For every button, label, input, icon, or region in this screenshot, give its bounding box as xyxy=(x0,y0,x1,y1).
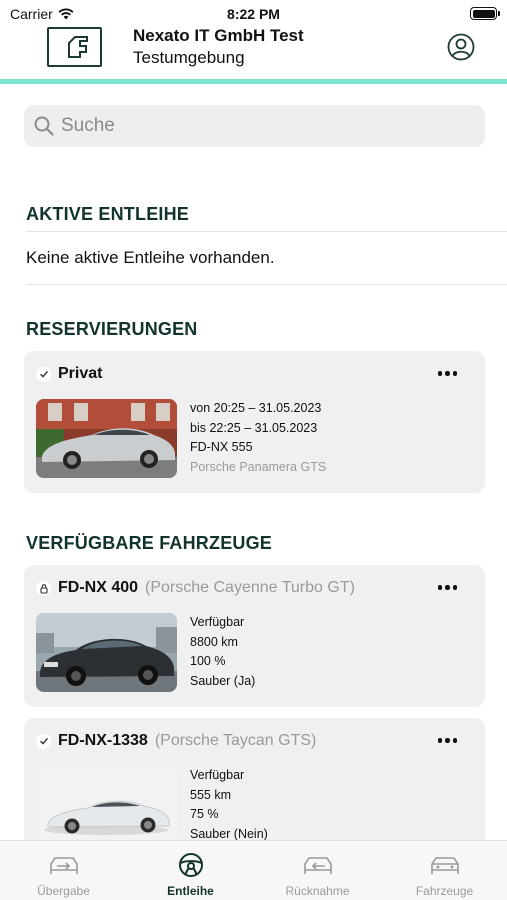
tab-uebergabe[interactable]: Übergabe xyxy=(0,841,127,900)
reservation-card[interactable]: Privat von 20:25 – 31.05.2023 bis 22:25 … xyxy=(24,351,485,493)
vehicle-image xyxy=(36,613,177,692)
battery-icon xyxy=(470,7,500,20)
search-icon xyxy=(34,116,54,136)
tab-label: Entleihe xyxy=(167,884,214,898)
reservation-label: Privat xyxy=(58,365,103,382)
status-time: 8:22 PM xyxy=(227,6,280,22)
tab-ruecknahme[interactable]: Rücknahme xyxy=(254,841,381,900)
tab-label: Fahrzeuge xyxy=(415,884,474,898)
search-bar[interactable] xyxy=(24,105,485,147)
vehicle-mileage: 555 km xyxy=(190,787,231,802)
reservation-plate: FD-NX 555 xyxy=(190,440,253,454)
company-title: Nexato IT GmbH Test xyxy=(133,26,304,45)
lock-icon xyxy=(36,580,51,596)
header-accent-line xyxy=(0,79,507,84)
vehicle-image xyxy=(36,766,177,845)
tab-entleihe[interactable]: Entleihe xyxy=(127,841,254,900)
checkmark-icon xyxy=(36,366,51,382)
vehicle-image xyxy=(36,399,177,478)
vehicle-clean-status: Sauber (Ja) xyxy=(190,673,256,688)
section-divider xyxy=(26,284,507,285)
vehicle-charge: 75 % xyxy=(190,807,219,821)
reservation-from: von 20:25 – 31.05.2023 xyxy=(190,401,322,415)
tab-label: Übergabe xyxy=(37,884,90,898)
vehicle-details: Verfügbar 555 km 75 % Sauber (Nein) xyxy=(190,766,268,844)
section-divider xyxy=(26,231,507,232)
environment-subtitle: Testumgebung xyxy=(133,48,245,67)
vehicle-status: Verfügbar xyxy=(190,768,245,782)
vehicle-model: (Porsche Cayenne Turbo GT) xyxy=(145,579,355,596)
profile-icon[interactable] xyxy=(446,32,476,62)
section-title-available-vehicles: VERFÜGBARE FAHRZEUGE xyxy=(26,533,273,553)
vehicle-plate: FD-NX-1338 xyxy=(58,732,148,749)
reservation-card-header: Privat xyxy=(36,365,102,383)
vehicle-status: Verfügbar xyxy=(190,615,245,629)
more-options-icon[interactable] xyxy=(437,585,457,590)
tab-label: Rücknahme xyxy=(285,884,350,898)
more-options-icon[interactable] xyxy=(437,738,457,743)
car-return-icon xyxy=(304,857,332,874)
vehicle-card-header: FD-NX 400 (Porsche Cayenne Turbo GT) xyxy=(36,579,355,597)
checkmark-icon xyxy=(36,733,51,749)
vehicle-card[interactable]: FD-NX-1338 (Porsche Taycan GTS) Verfügba… xyxy=(24,718,485,860)
vehicle-card[interactable]: FD-NX 400 (Porsche Cayenne Turbo GT) Ver… xyxy=(24,565,485,707)
vehicle-model: (Porsche Taycan GTS) xyxy=(154,732,317,749)
more-options-icon[interactable] xyxy=(437,371,457,376)
vehicle-plate: FD-NX 400 xyxy=(58,579,139,596)
empty-active-loans-text: Keine aktive Entleihe vorhanden. xyxy=(26,248,275,267)
tab-bar: Übergabe Entleihe Rücknahme Fahrzeuge xyxy=(0,840,507,900)
car-handover-icon xyxy=(50,857,78,874)
section-title-active-loans: AKTIVE ENTLEIHE xyxy=(26,204,190,224)
company-logo xyxy=(47,27,102,67)
reservation-details: von 20:25 – 31.05.2023 bis 22:25 – 31.05… xyxy=(190,399,326,477)
search-input[interactable] xyxy=(61,115,461,137)
section-title-reservations: RESERVIERUNGEN xyxy=(26,319,198,339)
vehicle-details: Verfügbar 8800 km 100 % Sauber (Ja) xyxy=(190,613,255,691)
steering-wheel-icon xyxy=(179,853,203,877)
vehicle-mileage: 8800 km xyxy=(190,634,238,649)
tab-fahrzeuge[interactable]: Fahrzeuge xyxy=(381,841,507,900)
car-icon xyxy=(431,857,459,874)
app-header: Nexato IT GmbH Test Testumgebung xyxy=(0,22,507,80)
vehicle-card-header: FD-NX-1338 (Porsche Taycan GTS) xyxy=(36,732,316,750)
vehicle-charge: 100 % xyxy=(190,654,226,668)
reservation-to: bis 22:25 – 31.05.2023 xyxy=(190,420,318,435)
reservation-model: Porsche Panamera GTS xyxy=(190,459,327,474)
